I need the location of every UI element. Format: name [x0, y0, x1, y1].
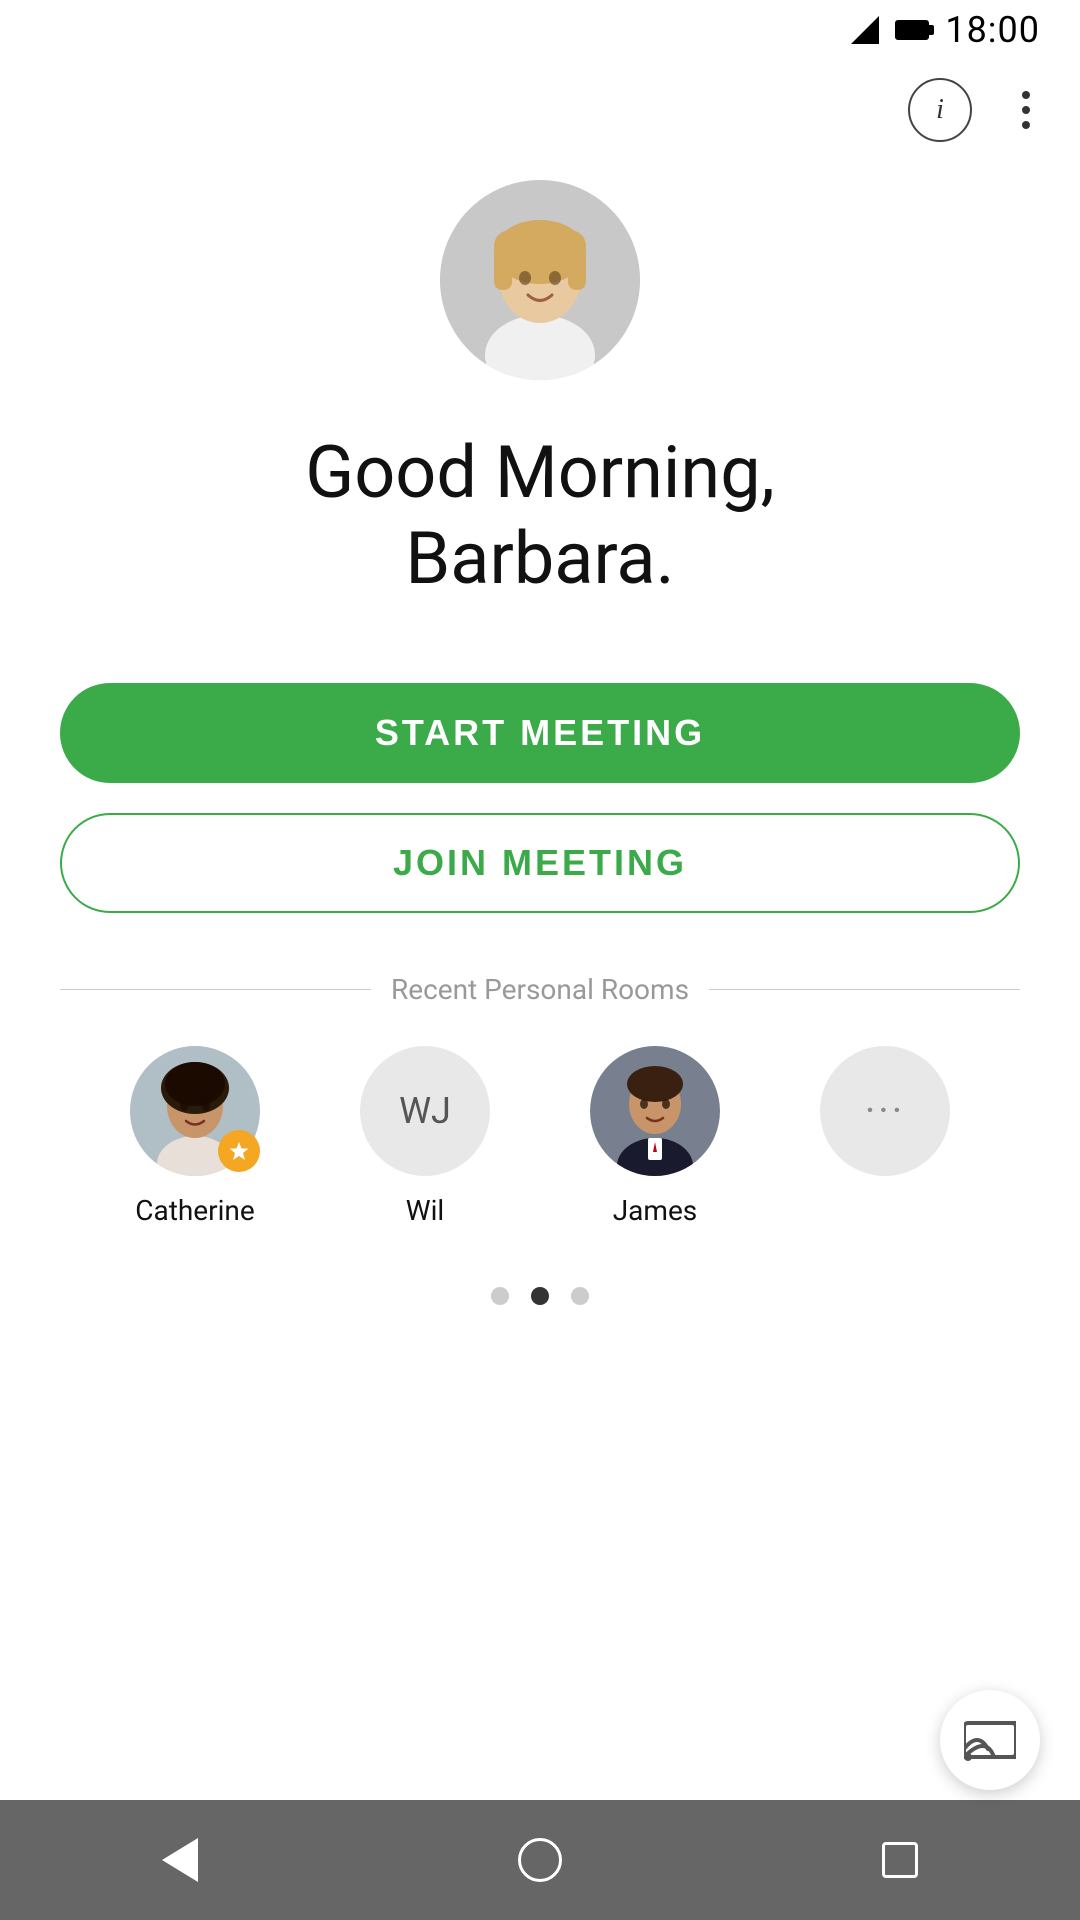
more-dots: ···: [865, 1087, 905, 1134]
start-meeting-button[interactable]: START MEETING: [60, 683, 1020, 783]
wil-name: Wil: [406, 1194, 444, 1227]
dot2: [1022, 106, 1030, 114]
recent-personal-rooms: Recent Personal Rooms: [60, 973, 1020, 1227]
app-bar: i: [0, 60, 1080, 160]
page-dot-2[interactable]: [531, 1287, 549, 1305]
info-button[interactable]: i: [908, 78, 972, 142]
divider-left: [60, 989, 371, 991]
recent-divider: Recent Personal Rooms: [60, 973, 1020, 1006]
wil-initials: WJ: [399, 1090, 451, 1132]
catherine-name: Catherine: [135, 1194, 255, 1227]
status-icons: 18:00: [851, 9, 1040, 51]
james-avatar-wrap: [590, 1046, 720, 1176]
cast-button[interactable]: [940, 1690, 1040, 1790]
room-item-wil[interactable]: WJ Wil: [355, 1046, 495, 1227]
more-avatar-wrap: ···: [820, 1046, 950, 1176]
starred-badge: [218, 1130, 260, 1172]
room-item-james[interactable]: James: [585, 1046, 725, 1227]
recent-label: Recent Personal Rooms: [391, 973, 689, 1006]
pagination: [491, 1287, 589, 1305]
room-item-catherine[interactable]: Catherine: [125, 1046, 265, 1227]
join-meeting-button[interactable]: JOIN MEETING: [60, 813, 1020, 913]
james-avatar: [590, 1046, 720, 1176]
back-icon: [162, 1838, 198, 1882]
cast-icon: [964, 1719, 1016, 1761]
signal-icon: [851, 16, 879, 44]
recents-icon: [882, 1842, 918, 1878]
home-icon: [518, 1838, 562, 1882]
more-options-button[interactable]: [1012, 81, 1040, 139]
status-bar: 18:00: [0, 0, 1080, 60]
star-icon: [228, 1140, 250, 1162]
user-avatar: [440, 180, 640, 380]
nav-recents-button[interactable]: [860, 1820, 940, 1900]
divider-right: [709, 989, 1020, 991]
rooms-row: Catherine WJ Wil: [60, 1046, 1020, 1227]
more-avatar: ···: [820, 1046, 950, 1176]
page-dot-1[interactable]: [491, 1287, 509, 1305]
main-content: Good Morning, Barbara. START MEETING JOI…: [0, 160, 1080, 1800]
battery-icon: [895, 20, 929, 40]
navigation-bar: [0, 1800, 1080, 1920]
wil-avatar-wrap: WJ: [360, 1046, 490, 1176]
room-item-more[interactable]: ···: [815, 1046, 955, 1227]
wil-avatar: WJ: [360, 1046, 490, 1176]
catherine-avatar-wrap: [130, 1046, 260, 1176]
info-icon: i: [936, 94, 944, 126]
dot1: [1022, 91, 1030, 99]
more-name: [882, 1194, 889, 1227]
dot3: [1022, 121, 1030, 129]
james-photo: [590, 1046, 720, 1176]
page-dot-3[interactable]: [571, 1287, 589, 1305]
avatar-image: [440, 180, 640, 380]
greeting-text: Good Morning, Barbara.: [305, 430, 775, 603]
status-time: 18:00: [945, 9, 1040, 51]
nav-back-button[interactable]: [140, 1820, 220, 1900]
nav-home-button[interactable]: [500, 1820, 580, 1900]
james-name: James: [613, 1194, 698, 1227]
